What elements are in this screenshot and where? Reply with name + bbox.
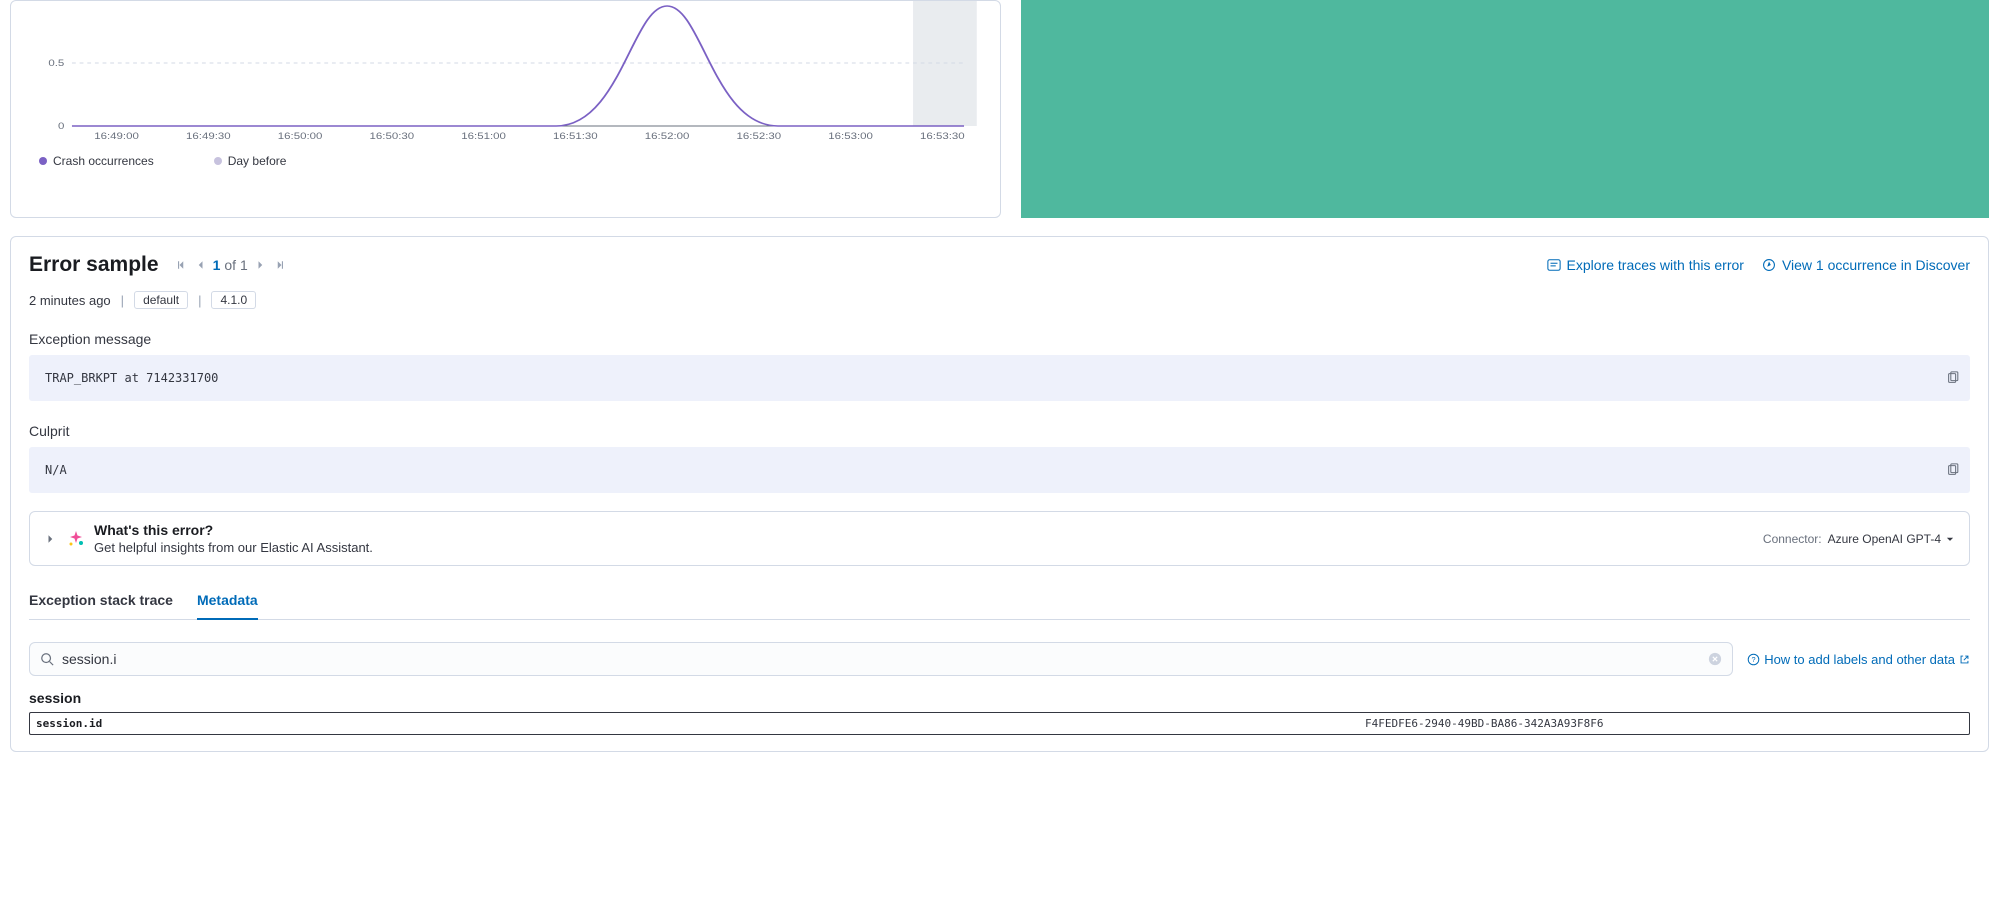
culprit-box: N/A <box>29 447 1970 493</box>
clear-search-button[interactable] <box>1708 652 1722 666</box>
error-sample-panel: Error sample 1 of 1 Explore traces with … <box>10 236 1989 752</box>
svg-text:?: ? <box>1752 654 1756 663</box>
pager-prev-button[interactable] <box>193 257 209 273</box>
callout-subtitle: Get helpful insights from our Elastic AI… <box>94 540 1753 555</box>
crash-occurrences-chart: 0 0.5 16:49:00 16:49:30 16:50:00 16:50:3… <box>10 0 1001 218</box>
svg-text:16:50:30: 16:50:30 <box>370 132 415 142</box>
copy-exception-button[interactable] <box>1946 371 1960 385</box>
legend-dot-icon <box>39 157 47 165</box>
copy-culprit-button[interactable] <box>1946 463 1960 477</box>
series-crash-occurrences <box>72 6 964 126</box>
compass-icon <box>1762 258 1776 272</box>
legend-label: Day before <box>228 154 287 168</box>
metadata-group-title: session <box>29 690 1970 706</box>
metadata-value: F4FEDFE6-2940-49BD-BA86-342A3A93F8F6 <box>1000 713 1970 734</box>
chevron-first-icon <box>175 259 187 271</box>
svg-text:16:51:00: 16:51:00 <box>461 132 506 142</box>
help-icon: ? <box>1747 653 1760 666</box>
version-badge: 4.1.0 <box>211 291 256 309</box>
traces-icon <box>1547 258 1561 272</box>
pager-total: 1 <box>240 257 248 273</box>
chevron-down-icon <box>1945 534 1955 544</box>
sparkle-icon <box>68 531 84 547</box>
search-icon <box>40 652 54 666</box>
close-circle-icon <box>1708 652 1722 666</box>
svg-text:16:52:30: 16:52:30 <box>737 132 782 142</box>
exception-message-value: TRAP_BRKPT at 7142331700 <box>45 371 218 385</box>
svg-text:16:53:00: 16:53:00 <box>828 132 873 142</box>
pager-of: of <box>224 257 236 273</box>
copy-icon <box>1946 371 1960 385</box>
svg-text:16:50:00: 16:50:00 <box>278 132 323 142</box>
metadata-search-box[interactable] <box>29 642 1733 676</box>
culprit-value: N/A <box>45 463 67 477</box>
pager-current: 1 <box>213 257 221 273</box>
svg-text:16:51:30: 16:51:30 <box>553 132 598 142</box>
metadata-key: session.id <box>30 713 1000 734</box>
view-discover-link[interactable]: View 1 occurrence in Discover <box>1762 257 1970 273</box>
pager-first-button[interactable] <box>173 257 189 273</box>
pager-next-button[interactable] <box>252 257 268 273</box>
tab-exception-stack-trace[interactable]: Exception stack trace <box>29 582 173 619</box>
culprit-label: Culprit <box>29 423 1970 439</box>
exception-message-label: Exception message <box>29 331 1970 347</box>
chevron-right-icon <box>44 533 56 545</box>
legend-label: Crash occurrences <box>53 154 154 168</box>
chart-svg: 0 0.5 16:49:00 16:49:30 16:50:00 16:50:3… <box>21 1 990 146</box>
svg-text:16:49:00: 16:49:00 <box>94 132 139 142</box>
right-green-panel <box>1021 0 1990 218</box>
external-link-icon <box>1959 654 1970 665</box>
explore-traces-link[interactable]: Explore traces with this error <box>1547 257 1744 273</box>
copy-icon <box>1946 463 1960 477</box>
env-badge: default <box>134 291 188 309</box>
section-title: Error sample <box>29 253 159 277</box>
metadata-search-input[interactable] <box>62 651 1700 667</box>
timestamp: 2 minutes ago <box>29 293 111 308</box>
legend-item-crash[interactable]: Crash occurrences <box>39 154 154 168</box>
connector-select[interactable]: Azure OpenAI GPT-4 <box>1828 532 1955 546</box>
callout-title: What's this error? <box>94 522 1753 538</box>
tab-metadata[interactable]: Metadata <box>197 582 258 620</box>
pager-last-button[interactable] <box>272 257 288 273</box>
svg-text:16:52:00: 16:52:00 <box>645 132 690 142</box>
connector-label: Connector: <box>1763 532 1822 546</box>
svg-text:16:53:30: 16:53:30 <box>920 132 965 142</box>
expand-callout-button[interactable] <box>44 533 56 545</box>
y-tick-1: 0.5 <box>48 59 64 69</box>
howto-add-labels-link[interactable]: ? How to add labels and other data <box>1747 652 1970 667</box>
metadata-row[interactable]: session.id F4FEDFE6-2940-49BD-BA86-342A3… <box>29 712 1970 735</box>
svg-text:16:49:30: 16:49:30 <box>186 132 231 142</box>
legend-dot-icon <box>214 157 222 165</box>
legend-item-daybefore[interactable]: Day before <box>214 154 287 168</box>
chevron-last-icon <box>274 259 286 271</box>
detail-tabs: Exception stack trace Metadata <box>29 582 1970 620</box>
chevron-left-icon <box>195 259 207 271</box>
chart-legend: Crash occurrences Day before <box>21 146 990 176</box>
chevron-right-icon <box>254 259 266 271</box>
y-tick-0: 0 <box>58 122 65 132</box>
exception-message-box: TRAP_BRKPT at 7142331700 <box>29 355 1970 401</box>
pager: 1 of 1 <box>173 257 288 273</box>
ai-assistant-callout[interactable]: What's this error? Get helpful insights … <box>29 511 1970 566</box>
